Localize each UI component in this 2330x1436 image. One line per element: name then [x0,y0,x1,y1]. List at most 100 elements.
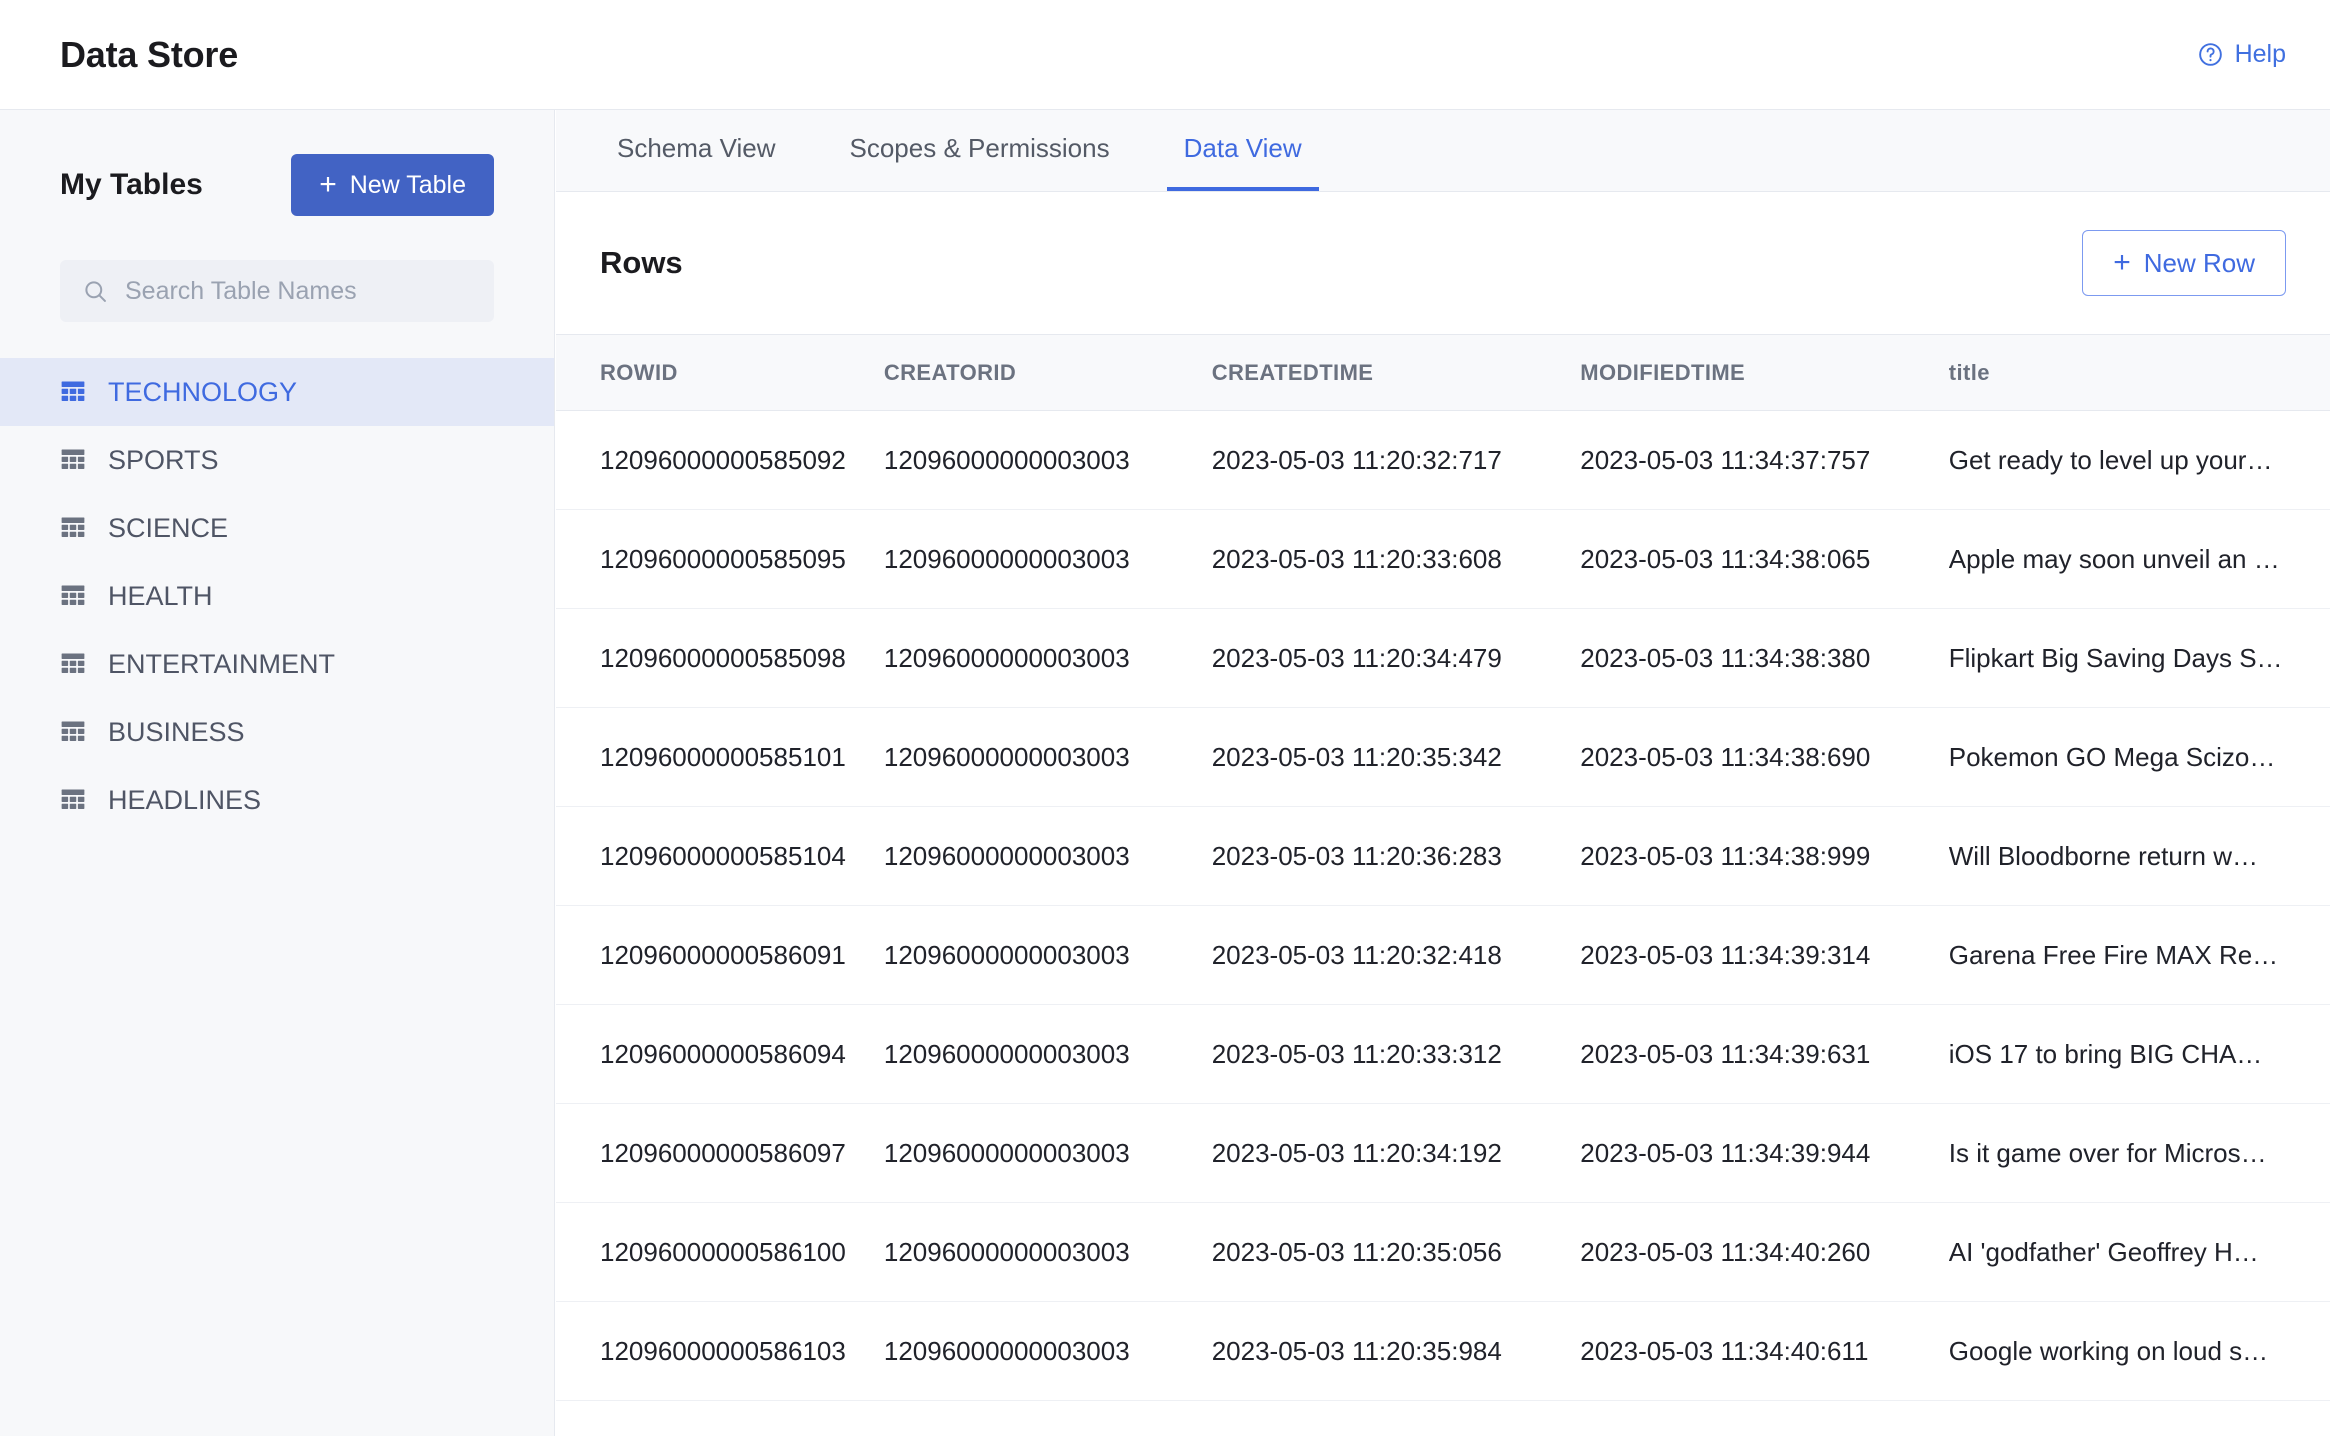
column-header-modifiedtime[interactable]: MODIFIEDTIME [1580,334,1949,411]
cell-modifiedtime[interactable]: 2023-05-03 11:34:38:065 [1580,509,1949,609]
cell-title[interactable]: Pokemon GO Mega Scizo… [1948,707,2330,807]
column-header-creatorid[interactable]: CREATORID [883,334,1212,411]
cell-title[interactable]: Google working on loud s… [1948,1301,2330,1401]
sidebar-item-sports[interactable]: SPORTS [0,426,554,494]
table-grid-icon [60,583,86,609]
table-body: 12096000000585092 12096000000003003 2023-0… [556,410,2330,1401]
table-grid-icon [60,787,86,813]
search-input[interactable] [125,276,472,306]
sidebar-item-science[interactable]: SCIENCE [0,494,554,562]
cell-modifiedtime[interactable]: 2023-05-03 11:34:39:631 [1580,1004,1949,1104]
column-header-rowid[interactable]: ROWID [556,334,884,411]
table-row[interactable]: 12096000000585104 12096000000003003 2023-0… [556,806,2330,906]
table-grid-icon [60,447,86,473]
cell-creatorid[interactable]: 12096000000003003 [883,1202,1212,1302]
cell-createdtime[interactable]: 2023-05-03 11:20:32:418 [1211,905,1581,1005]
tab-data-view[interactable]: Data View [1166,109,1319,191]
sidebar-item-headlines[interactable]: HEADLINES [0,766,554,834]
cell-rowid[interactable]: 12096000000585095 [556,509,884,609]
cell-modifiedtime[interactable]: 2023-05-03 11:34:38:999 [1580,806,1949,906]
search-icon [82,278,109,305]
cell-rowid[interactable]: 12096000000585098 [556,608,884,708]
cell-createdtime[interactable]: 2023-05-03 11:20:35:342 [1211,707,1581,807]
sidebar-item-label: HEADLINES [108,784,262,815]
column-header-title[interactable]: title [1948,334,2330,411]
plus-icon: + [319,168,337,201]
cell-modifiedtime[interactable]: 2023-05-03 11:34:40:260 [1580,1202,1949,1302]
cell-createdtime[interactable]: 2023-05-03 11:20:33:312 [1211,1004,1581,1104]
cell-createdtime[interactable]: 2023-05-03 11:20:35:984 [1211,1301,1581,1401]
table-row[interactable]: 12096000000586091 12096000000003003 2023-0… [556,905,2330,1005]
cell-title[interactable]: Get ready to level up your… [1948,410,2330,510]
table-row[interactable]: 12096000000586100 12096000000003003 2023-0… [556,1202,2330,1302]
rows-toolbar: Rows + New Row [556,192,2330,334]
sidebar-item-technology[interactable]: TECHNOLOGY [0,358,554,426]
sidebar-item-health[interactable]: HEALTH [0,562,554,630]
help-label: Help [2234,40,2286,68]
new-row-button[interactable]: + New Row [2082,230,2286,296]
question-circle-icon [2197,41,2224,68]
cell-creatorid[interactable]: 12096000000003003 [883,1301,1212,1401]
cell-createdtime[interactable]: 2023-05-03 11:20:32:717 [1211,410,1581,510]
tab-scopes-permissions[interactable]: Scopes & Permissions [833,109,1127,191]
cell-creatorid[interactable]: 12096000000003003 [883,1103,1212,1203]
cell-modifiedtime[interactable]: 2023-05-03 11:34:38:690 [1580,707,1949,807]
sidebar-item-label: SCIENCE [108,512,229,543]
help-link[interactable]: Help [2197,40,2286,69]
tab-schema-view[interactable]: Schema View [600,109,793,191]
cell-creatorid[interactable]: 12096000000003003 [883,608,1212,708]
cell-createdtime[interactable]: 2023-05-03 11:20:36:283 [1211,806,1581,906]
table-row[interactable]: 12096000000586094 12096000000003003 2023-0… [556,1004,2330,1104]
sidebar-item-entertainment[interactable]: ENTERTAINMENT [0,630,554,698]
cell-creatorid[interactable]: 12096000000003003 [883,509,1212,609]
cell-modifiedtime[interactable]: 2023-05-03 11:34:39:314 [1580,905,1949,1005]
cell-createdtime[interactable]: 2023-05-03 11:20:34:479 [1211,608,1581,708]
cell-title[interactable]: Will Bloodborne return w… [1948,806,2330,906]
table-row[interactable]: 12096000000586103 12096000000003003 2023-0… [556,1301,2330,1401]
rows-table: ROWID CREATORID CREATEDTIME MODIFIEDTIME tit… [556,334,2330,1401]
table-list: TECHNOLOGY SPORTS SCIENCE HEALTH ENTERTAINME… [0,358,554,834]
cell-rowid[interactable]: 12096000000585104 [556,806,884,906]
cell-title[interactable]: AI 'godfather' Geoffrey H… [1948,1202,2330,1302]
cell-creatorid[interactable]: 12096000000003003 [883,1004,1212,1104]
cell-creatorid[interactable]: 12096000000003003 [883,410,1212,510]
cell-creatorid[interactable]: 12096000000003003 [883,905,1212,1005]
cell-modifiedtime[interactable]: 2023-05-03 11:34:38:380 [1580,608,1949,708]
table-row[interactable]: 12096000000585098 12096000000003003 2023-0… [556,608,2330,708]
cell-title[interactable]: Apple may soon unveil an … [1948,509,2330,609]
table-row[interactable]: 12096000000585092 12096000000003003 2023-0… [556,410,2330,510]
cell-modifiedtime[interactable]: 2023-05-03 11:34:39:944 [1580,1103,1949,1203]
sidebar-item-label: TECHNOLOGY [108,376,298,407]
sidebar: My Tables + New Table TECHNOLOGY SPORTS SC… [0,110,555,1436]
cell-modifiedtime[interactable]: 2023-05-03 11:34:37:757 [1580,410,1949,510]
cell-modifiedtime[interactable]: 2023-05-03 11:34:40:611 [1580,1301,1949,1401]
cell-title[interactable]: iOS 17 to bring BIG CHA… [1948,1004,2330,1104]
cell-rowid[interactable]: 12096000000586103 [556,1301,884,1401]
cell-createdtime[interactable]: 2023-05-03 11:20:33:608 [1211,509,1581,609]
cell-rowid[interactable]: 12096000000586091 [556,905,884,1005]
cell-rowid[interactable]: 12096000000586097 [556,1103,884,1203]
cell-title[interactable]: Flipkart Big Saving Days S… [1948,608,2330,708]
table-grid-icon [60,515,86,541]
new-table-button[interactable]: + New Table [291,154,494,216]
table-row[interactable]: 12096000000585095 12096000000003003 2023-0… [556,509,2330,609]
cell-createdtime[interactable]: 2023-05-03 11:20:34:192 [1211,1103,1581,1203]
page-title: Data Store [60,33,239,75]
search-table-names-field[interactable] [60,260,494,322]
table-row[interactable]: 12096000000585101 12096000000003003 2023-0… [556,707,2330,807]
cell-createdtime[interactable]: 2023-05-03 11:20:35:056 [1211,1202,1581,1302]
cell-title[interactable]: Is it game over for Micros… [1948,1103,2330,1203]
cell-rowid[interactable]: 12096000000586094 [556,1004,884,1104]
column-header-createdtime[interactable]: CREATEDTIME [1211,334,1581,411]
sidebar-item-business[interactable]: BUSINESS [0,698,554,766]
cell-creatorid[interactable]: 12096000000003003 [883,806,1212,906]
cell-rowid[interactable]: 12096000000585092 [556,410,884,510]
cell-creatorid[interactable]: 12096000000003003 [883,707,1212,807]
cell-rowid[interactable]: 12096000000586100 [556,1202,884,1302]
table-row[interactable]: 12096000000586097 12096000000003003 2023-0… [556,1103,2330,1203]
sidebar-item-label: SPORTS [108,444,219,475]
sidebar-item-label: BUSINESS [108,716,245,747]
cell-title[interactable]: Garena Free Fire MAX Re… [1948,905,2330,1005]
new-table-label: New Table [349,170,466,199]
cell-rowid[interactable]: 12096000000585101 [556,707,884,807]
